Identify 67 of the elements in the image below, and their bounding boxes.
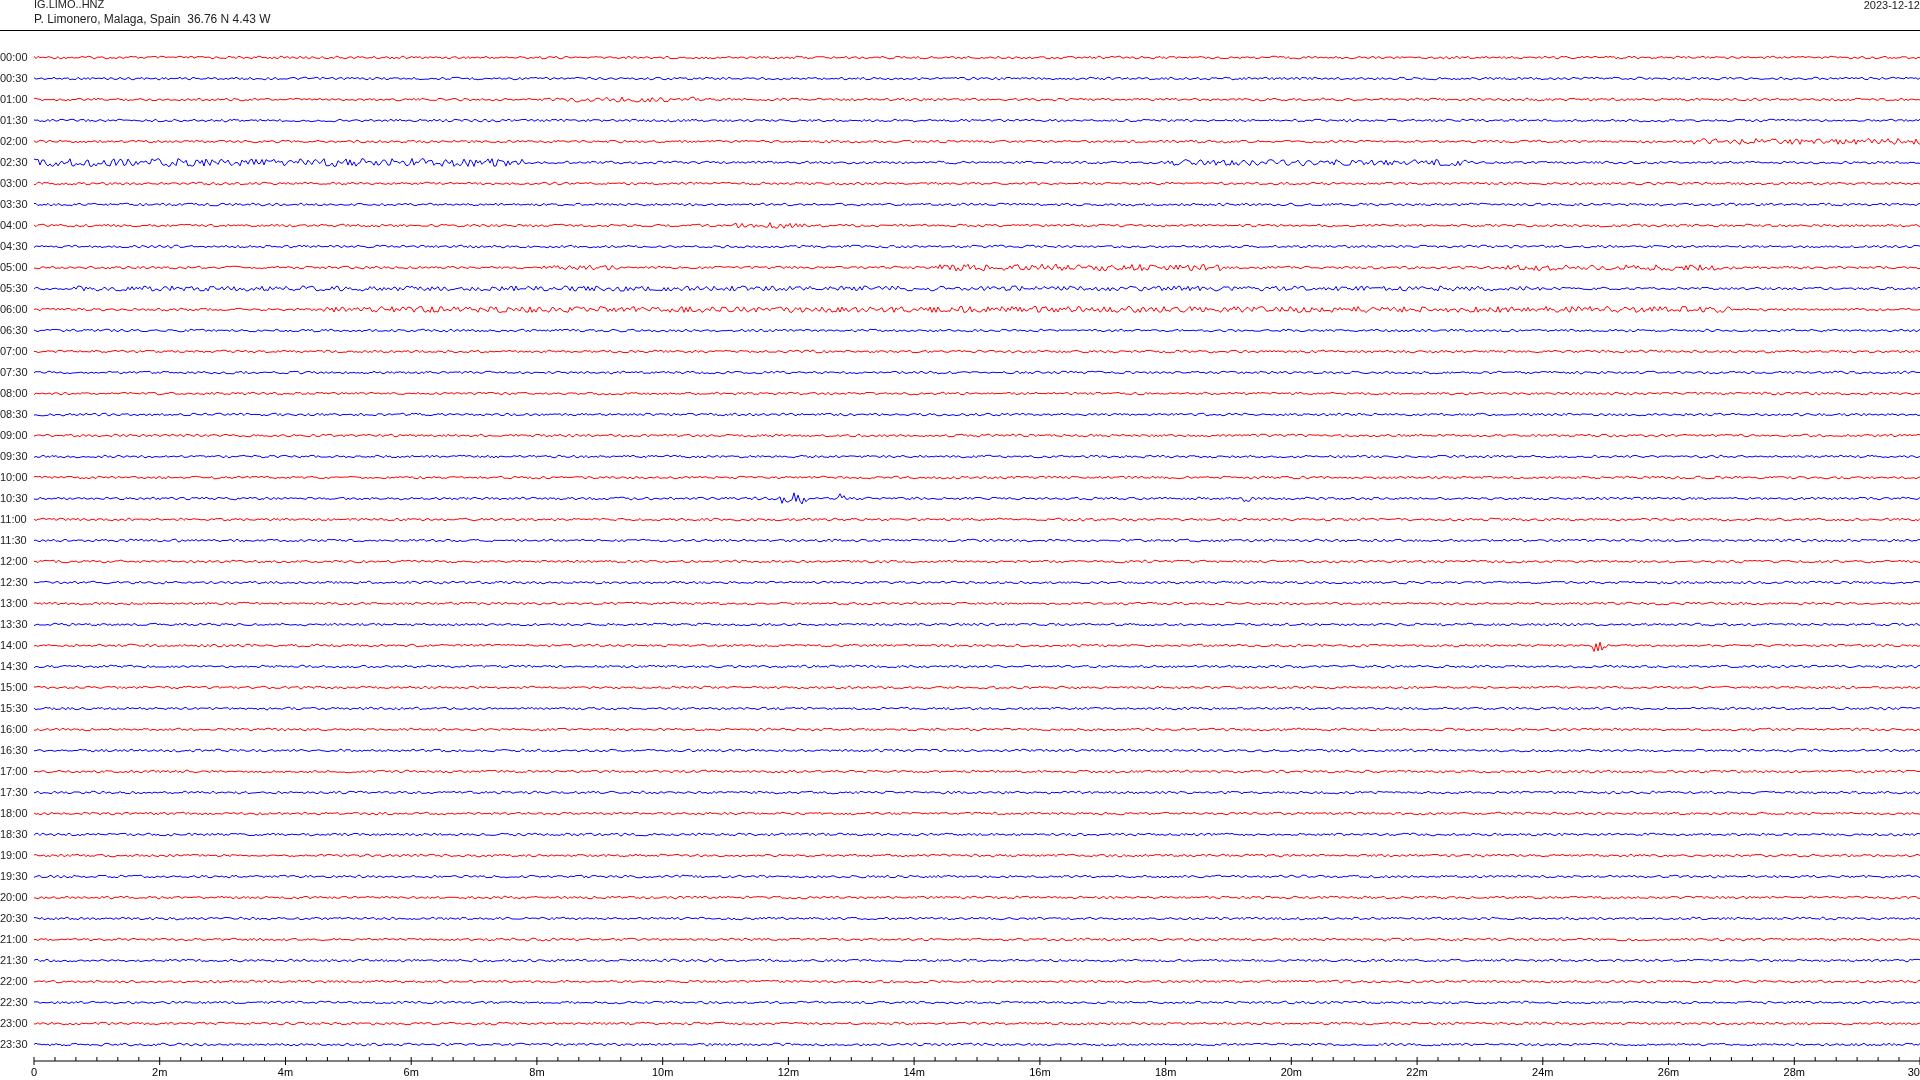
time-label: 07:30 — [0, 366, 29, 379]
axis-label: 2m — [152, 1066, 168, 1078]
time-label: 14:00 — [0, 639, 29, 652]
time-label: 02:30 — [0, 156, 29, 169]
time-label: 15:00 — [0, 681, 29, 694]
time-label: 08:00 — [0, 387, 29, 400]
time-label: 13:00 — [0, 597, 29, 610]
time-label: 10:30 — [0, 492, 29, 505]
axis-label: 0 — [30, 1066, 38, 1078]
time-label: 19:30 — [0, 870, 29, 883]
time-label: 17:30 — [0, 786, 29, 799]
time-label: 12:00 — [0, 555, 29, 568]
time-label: 12:30 — [0, 576, 29, 589]
axis-label: 10m — [651, 1066, 674, 1078]
time-label: 05:30 — [0, 282, 29, 295]
axis-label: 4m — [277, 1066, 294, 1078]
time-label: 08:30 — [0, 408, 29, 421]
axis-label: 22m — [1406, 1066, 1428, 1078]
time-label: 11:00 — [0, 513, 28, 526]
time-label: 22:00 — [0, 975, 29, 988]
time-label: 04:30 — [0, 240, 29, 253]
axis-label: 14m — [903, 1066, 925, 1078]
time-label: 21:00 — [0, 933, 29, 946]
time-label: 00:00 — [0, 51, 29, 64]
time-label: 11:30 — [0, 534, 28, 547]
time-label: 15:30 — [0, 702, 29, 715]
time-label: 09:30 — [0, 450, 29, 463]
time-label: 09:00 — [0, 429, 29, 442]
time-label: 23:30 — [0, 1038, 29, 1051]
axis-label: 6m — [403, 1066, 419, 1078]
time-label: 00:30 — [0, 72, 29, 85]
time-label: 18:00 — [0, 807, 29, 820]
axis-label: 18m — [1154, 1066, 1177, 1078]
time-label: 06:30 — [0, 324, 29, 337]
axis-label: 12m — [777, 1066, 800, 1078]
axis-label: 20m — [1280, 1066, 1303, 1078]
axis-label: 26m — [1657, 1066, 1680, 1078]
time-label: 03:00 — [0, 177, 29, 190]
time-label: 20:30 — [0, 912, 29, 925]
time-label: 19:00 — [0, 849, 29, 862]
time-label: 02:00 — [0, 135, 29, 148]
axis-label: 24m — [1532, 1066, 1554, 1078]
time-label: 16:00 — [0, 723, 29, 736]
time-label: 22:30 — [0, 996, 29, 1009]
axis-label: 8m — [529, 1066, 545, 1078]
time-label: 04:00 — [0, 219, 29, 232]
time-label: 13:30 — [0, 618, 29, 631]
axis-label: 28m — [1783, 1066, 1805, 1078]
time-label: 16:30 — [0, 744, 29, 757]
time-label: 03:30 — [0, 198, 29, 211]
time-label: 06:00 — [0, 303, 29, 316]
time-label: 20:00 — [0, 891, 29, 904]
time-label: 01:00 — [0, 93, 29, 106]
time-label: 21:30 — [0, 954, 29, 967]
time-label: 10:00 — [0, 471, 29, 484]
time-label: 17:00 — [0, 765, 29, 778]
time-label: 23:00 — [0, 1017, 29, 1030]
station-location: P. Limonero, Malaga, Spain 36.76 N 4.43 W — [34, 12, 271, 26]
axis-label: 30 — [1907, 1066, 1920, 1078]
time-label: 05:00 — [0, 261, 29, 274]
time-label: 07:00 — [0, 345, 29, 358]
time-label: 18:30 — [0, 828, 29, 841]
date-label: 2023-12-12 — [1863, 0, 1920, 11]
station-code: IG.LIMO..HNZ — [34, 0, 106, 10]
time-label: 14:30 — [0, 660, 29, 673]
axis-label: 16m — [1029, 1066, 1051, 1078]
time-label: 01:30 — [0, 114, 29, 127]
